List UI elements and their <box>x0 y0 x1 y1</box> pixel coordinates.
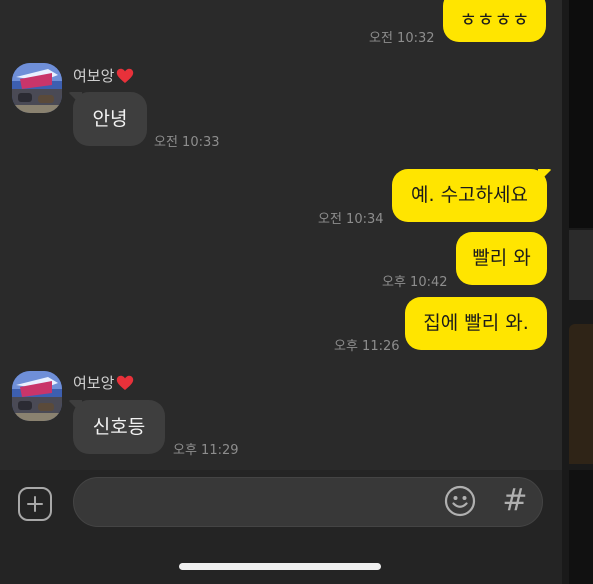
heart-icon <box>117 375 134 390</box>
strip-segment <box>569 324 593 464</box>
my-message-bubble[interactable]: 빨리 와 <box>456 232 547 285</box>
message-time: 오후 11:26 <box>334 339 400 354</box>
chat-screen: ㅎㅎㅎㅎ 오전 10:32 여보앙 안녕 오전 10:33 예. 수고하세요 오… <box>0 0 593 584</box>
adjacent-screen-edge <box>562 0 593 584</box>
message-time: 오후 11:29 <box>173 443 239 458</box>
sender-label: 여보앙 <box>73 374 115 392</box>
sender-name: 여보앙 <box>73 372 134 393</box>
avatar[interactable] <box>12 371 62 421</box>
their-message-bubble[interactable]: 신호등 <box>73 400 165 454</box>
my-message-bubble[interactable]: ㅎㅎㅎㅎ <box>443 0 546 42</box>
message-text: 신호등 <box>92 415 146 438</box>
message-time: 오전 10:34 <box>318 212 384 227</box>
message-list[interactable]: ㅎㅎㅎㅎ 오전 10:32 여보앙 안녕 오전 10:33 예. 수고하세요 오… <box>0 0 562 470</box>
strip-segment <box>569 0 593 228</box>
hash-icon[interactable]: # <box>499 484 531 518</box>
home-indicator[interactable] <box>179 563 381 570</box>
message-text: ㅎㅎㅎㅎ <box>459 8 530 31</box>
heart-icon <box>117 68 134 83</box>
add-attachment-button[interactable] <box>18 487 52 521</box>
message-time: 오전 10:32 <box>369 31 435 46</box>
avatar-image <box>12 371 62 421</box>
their-message-bubble[interactable]: 안녕 <box>73 92 147 146</box>
my-message-bubble[interactable]: 집에 빨리 와. <box>405 297 547 350</box>
strip-segment <box>569 470 593 584</box>
message-text: 집에 빨리 와. <box>423 312 529 334</box>
message-text: 안녕 <box>92 107 128 130</box>
sender-label: 여보앙 <box>73 67 115 85</box>
message-time: 오후 10:42 <box>382 275 448 290</box>
message-text: 예. 수고하세요 <box>411 184 528 206</box>
my-message-bubble[interactable]: 예. 수고하세요 <box>392 169 547 222</box>
avatar-image <box>12 63 62 113</box>
strip-segment <box>569 230 593 300</box>
message-text: 빨리 와 <box>472 247 531 269</box>
smiley-icon[interactable] <box>444 485 476 517</box>
message-time: 오전 10:33 <box>154 135 220 150</box>
sender-name: 여보앙 <box>73 65 134 86</box>
avatar[interactable] <box>12 63 62 113</box>
